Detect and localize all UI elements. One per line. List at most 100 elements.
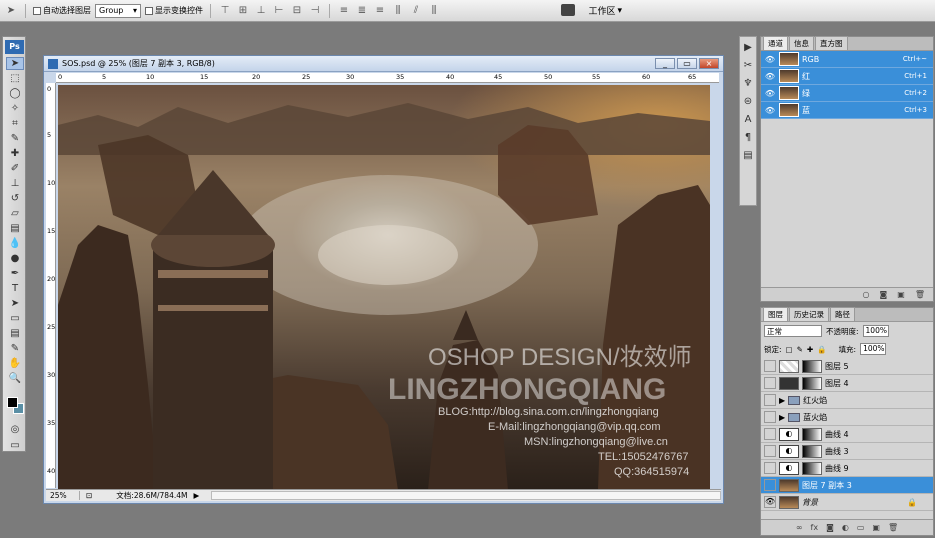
bridge-icon[interactable] xyxy=(561,4,575,16)
clone-stamp-icon[interactable]: ⊥ xyxy=(6,177,24,190)
channel-row-rgb[interactable]: 👁 RGB Ctrl+~ xyxy=(761,51,933,68)
new-adjustment-icon[interactable]: ◐ xyxy=(842,523,849,532)
distribute-hcenter-icon[interactable]: ⫽ xyxy=(409,5,423,17)
tab-histogram[interactable]: 直方图 xyxy=(815,36,848,50)
crop-tool-icon[interactable]: ⌗ xyxy=(6,117,24,130)
brushes-icon[interactable]: ♆ xyxy=(741,78,755,91)
distribute-right-icon[interactable]: ⫼ xyxy=(427,5,441,17)
distribute-top-icon[interactable]: ≡ xyxy=(337,5,351,17)
tab-layers[interactable]: 图层 xyxy=(763,307,788,321)
expand-arrow-icon[interactable]: ▶ xyxy=(779,396,785,405)
close-button[interactable]: × xyxy=(699,58,719,69)
maximize-button[interactable]: ▭ xyxy=(677,58,697,69)
healing-brush-icon[interactable]: ✚ xyxy=(6,147,24,160)
layer-group-row[interactable]: ▶ 蓝火焰 xyxy=(761,409,933,426)
layer-row[interactable]: ◐ 曲线 4 xyxy=(761,426,933,443)
foreground-color-swatch[interactable] xyxy=(7,397,18,408)
eye-icon[interactable]: 👁 xyxy=(764,496,776,508)
move-tool-icon[interactable]: ➤ xyxy=(4,5,18,17)
save-selection-icon[interactable]: ◙ xyxy=(880,290,888,299)
visibility-toggle[interactable] xyxy=(764,445,776,457)
blur-tool-icon[interactable]: 💧 xyxy=(6,237,24,250)
actions-icon[interactable]: ▶ xyxy=(741,42,755,55)
status-menu-icon[interactable]: ⊡ xyxy=(86,491,92,500)
align-left-icon[interactable]: ⊢ xyxy=(272,5,286,17)
align-right-icon[interactable]: ⊣ xyxy=(308,5,322,17)
eyedropper-tool-icon[interactable]: ✎ xyxy=(6,342,24,355)
layer-row[interactable]: 图层 5 xyxy=(761,358,933,375)
horizontal-scrollbar[interactable] xyxy=(211,491,721,500)
marquee-tool-icon[interactable]: ⬚ xyxy=(6,72,24,85)
visibility-toggle[interactable] xyxy=(764,394,776,406)
lock-all-icon[interactable]: 🔒 xyxy=(817,345,826,354)
clone-source-icon[interactable]: ⊜ xyxy=(741,96,755,109)
layer-mask-thumbnail[interactable] xyxy=(802,427,822,441)
distribute-bottom-icon[interactable]: ≡ xyxy=(373,5,387,17)
document-title-bar[interactable]: SOS.psd @ 25% (图层 7 副本 3, RGB/8) _ ▭ × xyxy=(44,56,723,72)
visibility-toggle[interactable] xyxy=(764,462,776,474)
eye-icon[interactable]: 👁 xyxy=(764,89,776,98)
new-channel-icon[interactable]: ▣ xyxy=(897,290,905,299)
auto-select-dropdown[interactable]: Group ▾ xyxy=(95,3,141,18)
align-top-icon[interactable]: ⊤ xyxy=(218,5,232,17)
new-group-icon[interactable]: ▭ xyxy=(857,523,865,532)
blend-mode-dropdown[interactable]: 正常 xyxy=(764,325,822,337)
brush-tool-icon[interactable]: ✐ xyxy=(6,162,24,175)
lock-pixels-icon[interactable]: ✎ xyxy=(797,345,803,354)
hand-tool-icon[interactable]: ✋ xyxy=(6,357,24,370)
checkbox-box[interactable] xyxy=(145,6,153,15)
lasso-tool-icon[interactable]: ◯ xyxy=(6,87,24,100)
eye-icon[interactable]: 👁 xyxy=(764,72,776,81)
zoom-tool-icon[interactable]: 🔍 xyxy=(6,372,24,385)
opacity-field[interactable]: 100% xyxy=(862,325,889,337)
auto-select-checkbox[interactable]: 自动选择图层 xyxy=(33,5,91,16)
load-selection-icon[interactable]: ○ xyxy=(863,290,870,299)
distribute-left-icon[interactable]: ⫼ xyxy=(391,5,405,17)
layer-row[interactable]: ◐ 曲线 3 xyxy=(761,443,933,460)
magic-wand-tool-icon[interactable]: ✧ xyxy=(6,102,24,115)
path-select-icon[interactable]: ➤ xyxy=(6,297,24,310)
layer-row-selected[interactable]: 图层 7 副本 3 xyxy=(761,477,933,494)
lock-transparency-icon[interactable]: ▢ xyxy=(786,345,793,354)
move-tool-icon[interactable]: ➤ xyxy=(6,57,24,70)
add-mask-icon[interactable]: ◙ xyxy=(826,523,834,532)
screen-mode-icon[interactable]: ▭ xyxy=(6,439,24,452)
align-hcenter-icon[interactable]: ⊟ xyxy=(290,5,304,17)
vertical-ruler[interactable]: 0 5 10 15 20 25 30 35 40 xyxy=(46,83,56,488)
document-canvas[interactable]: OSHOP DESIGN/妆效师 LINGZHONGQIANG BLOG:htt… xyxy=(58,85,710,490)
link-layers-icon[interactable]: ∞ xyxy=(796,523,803,532)
visibility-toggle[interactable] xyxy=(764,428,776,440)
dodge-tool-icon[interactable]: ● xyxy=(6,252,24,265)
delete-channel-icon[interactable]: 🗑 xyxy=(915,290,925,299)
layer-row[interactable]: 图层 4 xyxy=(761,375,933,392)
lock-position-icon[interactable]: ✚ xyxy=(807,345,813,354)
fill-field[interactable]: 100% xyxy=(860,343,887,355)
character-icon[interactable]: A xyxy=(741,114,755,127)
new-layer-icon[interactable]: ▣ xyxy=(872,523,880,532)
tab-info[interactable]: 信息 xyxy=(789,36,814,50)
tab-paths[interactable]: 路径 xyxy=(830,307,855,321)
tab-channels[interactable]: 通道 xyxy=(763,36,788,50)
tab-history[interactable]: 历史记录 xyxy=(789,307,829,321)
notes-tool-icon[interactable]: ▤ xyxy=(6,327,24,340)
visibility-toggle[interactable] xyxy=(764,360,776,372)
align-bottom-icon[interactable]: ⊥ xyxy=(254,5,268,17)
show-transform-checkbox[interactable]: 显示变换控件 xyxy=(145,5,203,16)
align-vcenter-icon[interactable]: ⊞ xyxy=(236,5,250,17)
visibility-toggle[interactable] xyxy=(764,411,776,423)
delete-layer-icon[interactable]: 🗑 xyxy=(888,523,898,532)
horizontal-ruler[interactable]: 0 5 10 15 20 25 30 35 40 45 50 55 60 65 xyxy=(56,73,719,83)
channel-row-red[interactable]: 👁 红 Ctrl+1 xyxy=(761,68,933,85)
visibility-toggle[interactable] xyxy=(764,479,776,491)
layer-mask-thumbnail[interactable] xyxy=(802,376,822,390)
checkbox-box[interactable] xyxy=(33,6,41,15)
pen-tool-icon[interactable]: ✒ xyxy=(6,267,24,280)
channel-row-blue[interactable]: 👁 蓝 Ctrl+3 xyxy=(761,102,933,119)
layer-comps-icon[interactable]: ▤ xyxy=(741,150,755,163)
layer-group-row[interactable]: ▶ 红火焰 xyxy=(761,392,933,409)
status-arrow-icon[interactable]: ▶ xyxy=(193,491,199,500)
paragraph-icon[interactable]: ¶ xyxy=(741,132,755,145)
layer-row[interactable]: ◐ 曲线 9 xyxy=(761,460,933,477)
slice-tool-icon[interactable]: ✎ xyxy=(6,132,24,145)
channel-row-green[interactable]: 👁 绿 Ctrl+2 xyxy=(761,85,933,102)
